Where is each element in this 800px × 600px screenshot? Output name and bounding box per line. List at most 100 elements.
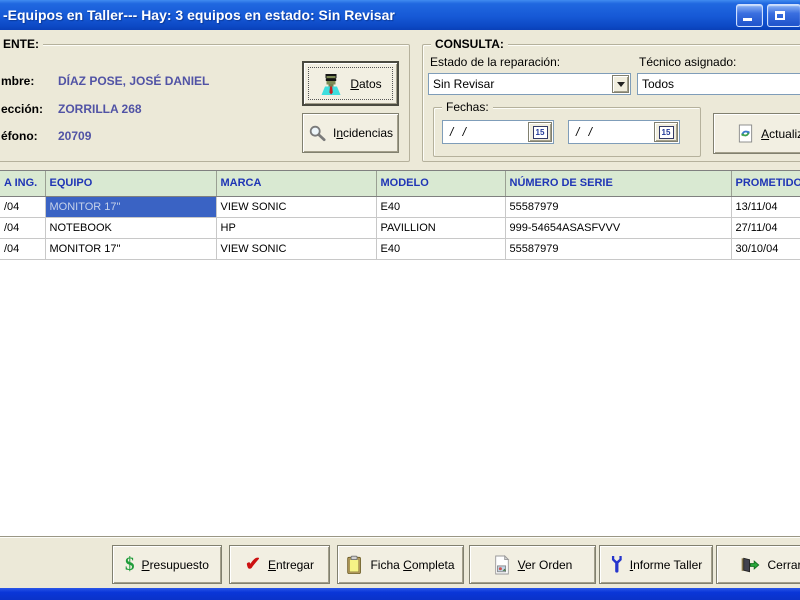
wrench-icon <box>610 555 623 574</box>
label-hotkey: P <box>141 557 150 572</box>
consulta-groupbox: CONSULTA: Estado de la reparación: Sin R… <box>422 37 800 162</box>
table-row[interactable]: /04 MONITOR 17" VIEW SONIC E40 55587979 … <box>0 196 800 218</box>
entregar-button[interactable]: ✔ Entregar <box>229 545 330 584</box>
actualizar-button-label: Actualizar <box>761 127 800 141</box>
tecnico-asignado-combobox[interactable]: Todos <box>637 73 800 95</box>
fechas-groupbox: Fechas: / / 15 / / 15 <box>433 100 701 157</box>
minimize-icon <box>743 18 752 21</box>
ficha-completa-button-label: Ficha Completa <box>370 558 454 572</box>
table-row[interactable]: /04 NOTEBOOK HP PAVILLION 999-54654ASASF… <box>0 217 800 239</box>
grid-cell-selected[interactable]: MONITOR 17" <box>45 196 217 218</box>
fecha-hasta-input[interactable]: / / 15 <box>568 120 680 144</box>
grid-cell[interactable]: E40 <box>376 238 506 260</box>
label-part: resupuesto <box>149 557 209 572</box>
telefono-label: éfono: <box>1 129 38 143</box>
label-part: ompleta <box>411 557 455 572</box>
grid-cell[interactable]: E40 <box>376 196 506 218</box>
datos-button-label: Datos <box>350 77 381 91</box>
maximize-button[interactable] <box>767 4 800 27</box>
grid-cell[interactable]: MONITOR 17" <box>45 238 217 260</box>
refresh-page-icon <box>737 124 754 143</box>
grid-cell[interactable]: VIEW SONIC <box>216 196 377 218</box>
column-header-fecha-ing[interactable]: A ING. <box>0 171 46 197</box>
calendar-icon: 15 <box>532 125 548 139</box>
grid-cell[interactable]: NOTEBOOK <box>45 217 217 239</box>
grid-cell[interactable]: VIEW SONIC <box>216 238 377 260</box>
actualizar-button[interactable]: Actualizar <box>713 113 800 154</box>
informe-taller-button[interactable]: Informe Taller <box>599 545 713 584</box>
clipboard-icon <box>346 555 363 575</box>
direccion-label: ección: <box>1 102 44 116</box>
ver-orden-button[interactable]: Ver Orden <box>469 545 596 584</box>
grid-cell[interactable]: /04 <box>0 217 46 239</box>
label-part: cidencias <box>343 126 394 140</box>
grid-cell[interactable]: 999-54654ASASFVVV <box>505 217 732 239</box>
label-hotkey: E <box>267 557 276 572</box>
ficha-completa-button[interactable]: Ficha Completa <box>337 545 464 584</box>
cliente-group-label: ENTE: <box>0 37 43 51</box>
fecha-hasta-calendar-button[interactable]: 15 <box>654 122 678 142</box>
equipment-grid[interactable]: A ING. EQUIPO MARCA MODELO NÚMERO DE SER… <box>0 170 800 537</box>
label-part: nforme Taller <box>633 557 703 572</box>
incidencias-button-label: Incidencias <box>333 126 393 140</box>
minimize-button[interactable] <box>736 4 763 27</box>
column-header-prometido[interactable]: PROMETIDO <box>731 171 800 197</box>
label-part: atos <box>358 76 382 91</box>
exit-door-icon <box>740 556 760 574</box>
label-part: ctualizar <box>769 126 800 141</box>
fecha-desde-input[interactable]: / / 15 <box>442 120 554 144</box>
grid-cell[interactable]: /04 <box>0 238 46 260</box>
entregar-button-label: Entregar <box>268 558 314 572</box>
tecnico-asignado-label: Técnico asignado: <box>639 55 737 69</box>
magnifier-icon <box>308 124 326 142</box>
equipos-en-taller-window: -Equipos en Taller--- Hay: 3 equipos en … <box>0 0 800 600</box>
tecnico-asignado-value: Todos <box>642 77 675 91</box>
maximize-icon <box>775 11 785 20</box>
ver-orden-button-label: Ver Orden <box>518 558 573 572</box>
estado-dropdown-button[interactable] <box>612 75 629 93</box>
chevron-down-icon <box>616 81 625 87</box>
fechas-group-label: Fechas: <box>442 100 493 114</box>
column-header-modelo[interactable]: MODELO <box>376 171 506 197</box>
label-part: Cerrar <box>767 557 800 572</box>
nombre-label: mbre: <box>1 74 35 88</box>
estado-reparacion-combobox[interactable]: Sin Revisar <box>428 73 631 95</box>
fecha-desde-value: / / <box>450 125 470 139</box>
grid-cell[interactable]: 27/11/04 <box>731 217 800 239</box>
cerrar-button[interactable]: Cerrar <box>716 545 800 584</box>
window-bottom-border <box>0 588 800 600</box>
datos-button[interactable]: Datos <box>302 61 399 106</box>
presupuesto-button-label: Presupuesto <box>142 558 209 572</box>
checkmark-icon: ✔ <box>245 553 261 575</box>
column-header-equipo[interactable]: EQUIPO <box>45 171 217 197</box>
label-hotkey: n <box>336 126 343 140</box>
presupuesto-button[interactable]: $ Presupuesto <box>112 545 222 584</box>
grid-cell[interactable]: HP <box>216 217 377 239</box>
table-row[interactable]: /04 MONITOR 17" VIEW SONIC E40 55587979 … <box>0 238 800 260</box>
title-bar[interactable]: -Equipos en Taller--- Hay: 3 equipos en … <box>0 0 800 30</box>
column-header-marca[interactable]: MARCA <box>216 171 377 197</box>
grid-cell[interactable]: 30/10/04 <box>731 238 800 260</box>
grid-cell[interactable]: 13/11/04 <box>731 196 800 218</box>
document-preview-icon <box>493 554 511 575</box>
window-title: -Equipos en Taller--- Hay: 3 equipos en … <box>3 7 395 23</box>
column-header-numero-serie[interactable]: NÚMERO DE SERIE <box>505 171 732 197</box>
label-hotkey: D <box>350 76 359 91</box>
grid-cell[interactable]: /04 <box>0 196 46 218</box>
grid-cell[interactable]: 55587979 <box>505 238 732 260</box>
direccion-value: ZORRILLA 268 <box>58 102 142 116</box>
telefono-value: 20709 <box>58 129 92 143</box>
nombre-value: DÍAZ POSE, JOSÉ DANIEL <box>58 74 210 88</box>
estado-reparacion-value: Sin Revisar <box>433 77 495 91</box>
person-icon <box>319 72 343 96</box>
footer-divider <box>0 536 800 538</box>
grid-cell[interactable]: 55587979 <box>505 196 732 218</box>
consulta-group-label: CONSULTA: <box>431 37 508 51</box>
fecha-hasta-value: / / <box>576 125 596 139</box>
incidencias-button[interactable]: Incidencias <box>302 113 399 153</box>
equipment-table: A ING. EQUIPO MARCA MODELO NÚMERO DE SER… <box>0 171 800 260</box>
cerrar-button-label: Cerrar <box>767 558 800 572</box>
grid-cell[interactable]: PAVILLION <box>376 217 506 239</box>
label-hotkey: C <box>403 557 412 572</box>
fecha-desde-calendar-button[interactable]: 15 <box>528 122 552 142</box>
